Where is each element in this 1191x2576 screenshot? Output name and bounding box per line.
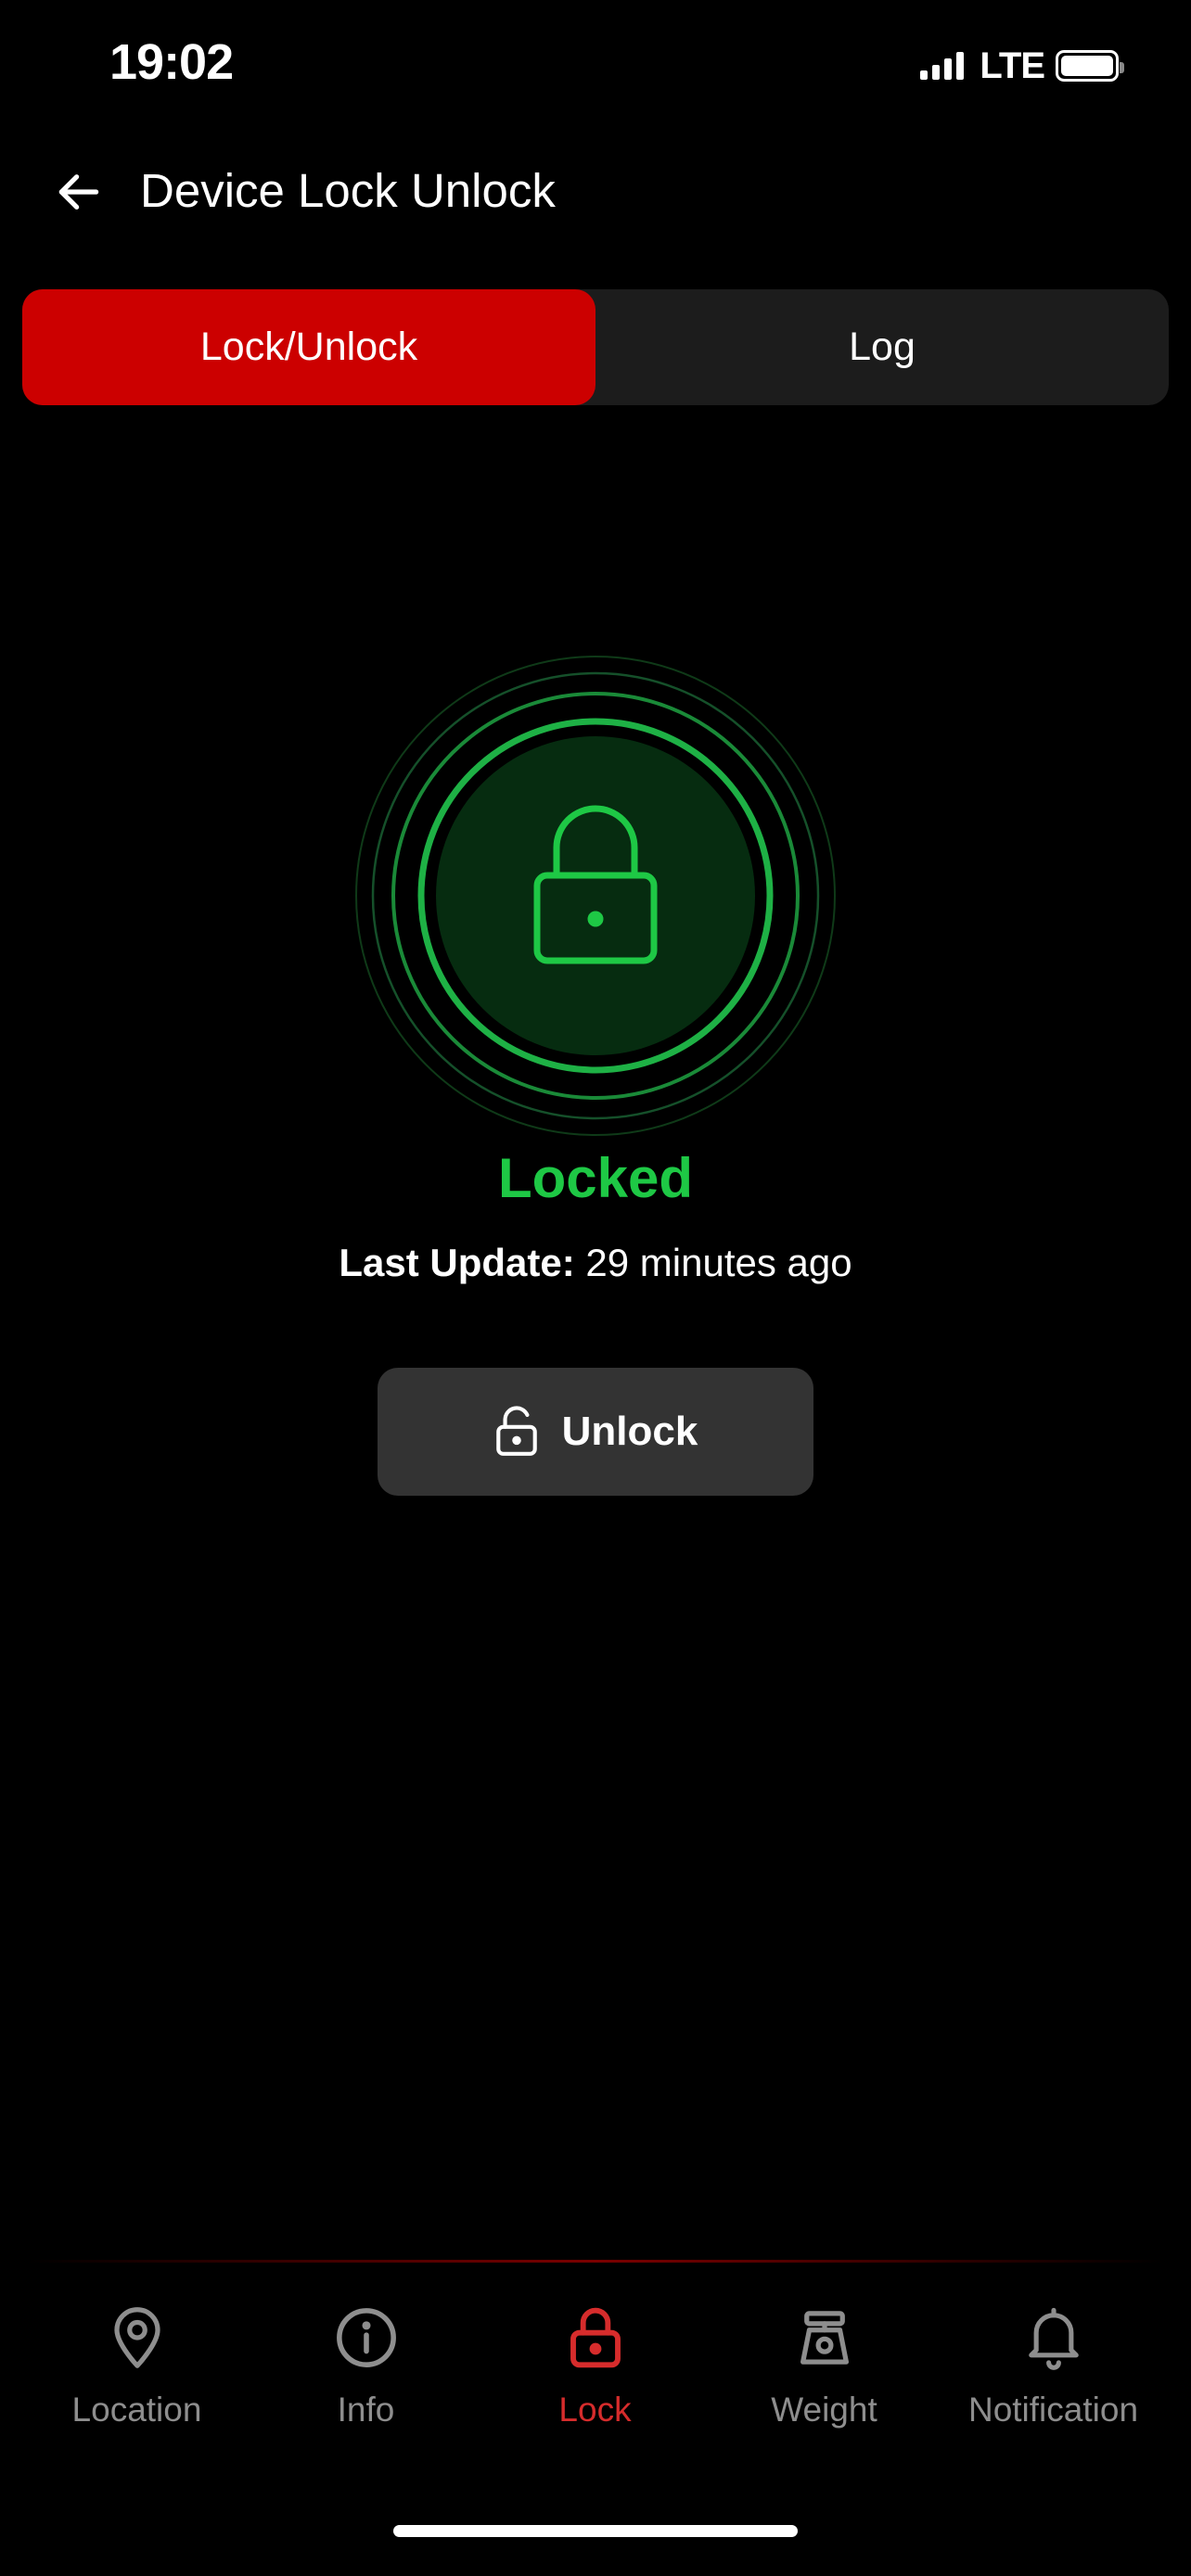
nav-label-location: Location bbox=[71, 2391, 202, 2429]
last-update: Last Update: 29 minutes ago bbox=[0, 1241, 1191, 1285]
back-button[interactable] bbox=[46, 159, 111, 224]
unlock-button-label: Unlock bbox=[561, 1409, 698, 1454]
scale-icon bbox=[800, 2311, 849, 2365]
cellular-signal-icon bbox=[920, 52, 968, 80]
page-title: Device Lock Unlock bbox=[140, 164, 556, 217]
nav-label-notification: Notification bbox=[967, 2391, 1139, 2429]
bottom-nav: Location Info Lock Weight Notification bbox=[0, 2300, 1191, 2457]
location-pin-icon bbox=[113, 2307, 160, 2368]
status-bar-time: 19:02 bbox=[109, 34, 234, 90]
tab-log[interactable]: Log bbox=[596, 289, 1169, 405]
network-type: LTE bbox=[980, 45, 1045, 86]
battery-icon bbox=[1056, 50, 1124, 82]
arrow-left-icon bbox=[58, 174, 99, 210]
status-bar-indicators: LTE bbox=[920, 45, 1124, 86]
nav-item-location[interactable]: Location bbox=[22, 2300, 251, 2457]
lock-status-label: Locked bbox=[497, 1147, 694, 1209]
segmented-tabs: Lock/Unlock Log bbox=[22, 289, 1169, 405]
nav-label-lock: Lock bbox=[558, 2391, 632, 2429]
nav-item-info[interactable]: Info bbox=[251, 2300, 480, 2457]
unlock-icon bbox=[493, 1406, 540, 1458]
unlock-button[interactable]: Unlock bbox=[378, 1368, 813, 1496]
info-icon bbox=[336, 2308, 396, 2367]
last-update-label: Last Update: bbox=[339, 1241, 575, 1284]
tab-lock-unlock[interactable]: Lock/Unlock bbox=[22, 289, 596, 405]
nav-item-lock[interactable]: Lock bbox=[480, 2300, 710, 2457]
home-indicator[interactable] bbox=[393, 2525, 798, 2537]
bottom-nav-divider bbox=[28, 2260, 1163, 2263]
lock-icon bbox=[570, 2307, 621, 2368]
lock-status-indicator bbox=[354, 655, 837, 1137]
nav-item-weight[interactable]: Weight bbox=[710, 2300, 939, 2457]
nav-label-weight: Weight bbox=[771, 2391, 877, 2429]
nav-item-notification[interactable]: Notification bbox=[939, 2300, 1168, 2457]
last-update-value: 29 minutes ago bbox=[585, 1241, 852, 1284]
nav-label-info: Info bbox=[337, 2391, 395, 2429]
bell-icon bbox=[1028, 2307, 1079, 2370]
